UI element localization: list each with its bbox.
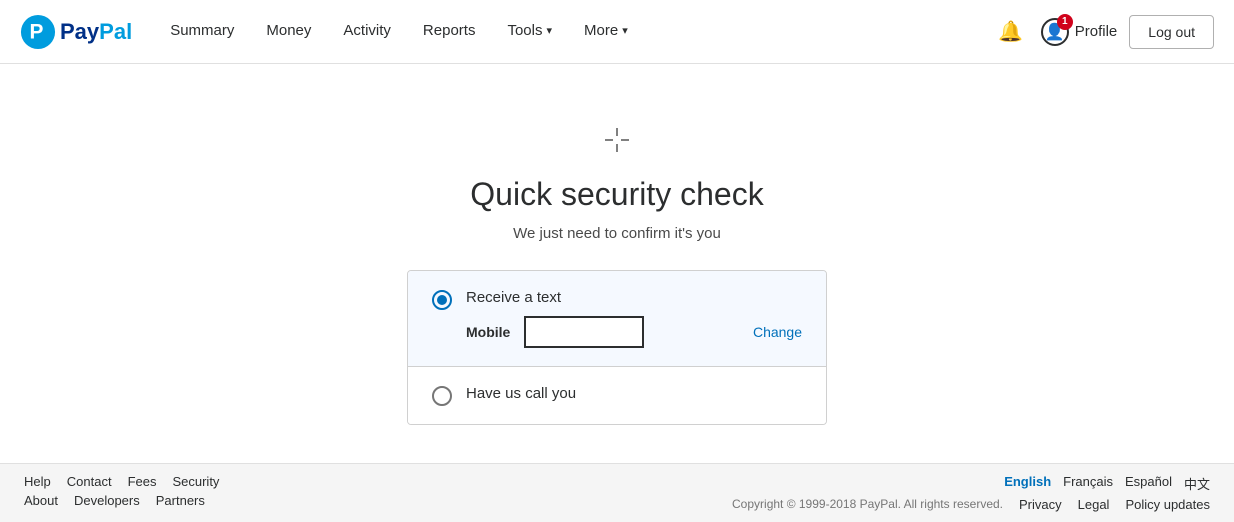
footer-link-partners[interactable]: Partners [156, 493, 205, 508]
profile-icon: 👤 1 [1041, 18, 1069, 46]
nav-item-summary[interactable]: Summary [156, 0, 248, 64]
nav-item-money[interactable]: Money [252, 0, 325, 64]
footer-link-developers[interactable]: Developers [74, 493, 140, 508]
logout-button[interactable]: Log out [1129, 15, 1214, 49]
footer-legal-row: Copyright © 1999-2018 PayPal. All rights… [732, 497, 1210, 512]
nav-item-tools[interactable]: Tools ▾ [493, 0, 566, 64]
notifications-button[interactable]: 🔔 [993, 14, 1029, 50]
footer-link-security[interactable]: Security [172, 474, 219, 489]
footer-right: English Français Español 中文 Copyright © … [732, 474, 1210, 512]
mobile-row: Mobile Change [466, 316, 802, 348]
mobile-input[interactable] [524, 316, 644, 348]
option-content-receive-text: Receive a text Mobile Change [466, 289, 802, 348]
radio-call[interactable] [432, 386, 452, 406]
mobile-label: Mobile [466, 324, 510, 340]
change-link[interactable]: Change [753, 324, 802, 340]
option-receive-text: Receive a text Mobile Change [408, 271, 826, 367]
tools-chevron-icon: ▾ [546, 24, 552, 37]
option-label-call: Have us call you [466, 385, 802, 402]
bell-icon: 🔔 [998, 19, 1023, 44]
page-title: Quick security check [470, 176, 763, 213]
header-right: 🔔 👤 1 Profile Log out [993, 14, 1214, 50]
options-card: Receive a text Mobile Change Have us cal… [407, 270, 827, 425]
option-content-call: Have us call you [466, 385, 802, 402]
main-content: Quick security check We just need to con… [0, 64, 1234, 465]
footer-left: Help Contact Fees Security About Develop… [24, 474, 219, 508]
main-nav: Summary Money Activity Reports Tools ▾ M… [156, 0, 993, 64]
logo-area: P PayPal [20, 14, 132, 50]
lang-english[interactable]: English [1004, 474, 1051, 493]
profile-badge: 1 [1057, 14, 1073, 30]
profile-button[interactable]: 👤 1 Profile [1041, 18, 1118, 46]
nav-item-more[interactable]: More ▾ [570, 0, 642, 64]
footer-link-policy-updates[interactable]: Policy updates [1125, 497, 1210, 512]
paypal-logo-icon: P [20, 14, 56, 50]
nav-item-activity[interactable]: Activity [329, 0, 405, 64]
option-call: Have us call you [408, 367, 826, 424]
page-subtitle: We just need to confirm it's you [513, 225, 721, 242]
paypal-wordmark: PayPal [60, 19, 132, 45]
radio-receive-text[interactable] [432, 290, 452, 310]
footer-link-legal[interactable]: Legal [1078, 497, 1110, 512]
nav-item-reports[interactable]: Reports [409, 0, 490, 64]
footer-link-about[interactable]: About [24, 493, 58, 508]
header: P PayPal Summary Money Activity Reports … [0, 0, 1234, 64]
profile-label: Profile [1075, 23, 1118, 40]
footer-links-row2: About Developers Partners [24, 493, 219, 508]
copyright-text: Copyright © 1999-2018 PayPal. All rights… [732, 497, 1003, 512]
footer-link-help[interactable]: Help [24, 474, 51, 489]
lang-espanol[interactable]: Español [1125, 474, 1172, 493]
footer-links-row1: Help Contact Fees Security [24, 474, 219, 489]
footer-link-contact[interactable]: Contact [67, 474, 112, 489]
svg-text:P: P [29, 20, 43, 43]
footer: Help Contact Fees Security About Develop… [0, 463, 1234, 522]
paypal-logo[interactable]: P PayPal [20, 14, 132, 50]
option-label-receive-text: Receive a text [466, 289, 802, 306]
footer-link-privacy[interactable]: Privacy [1019, 497, 1062, 512]
footer-link-fees[interactable]: Fees [128, 474, 157, 489]
crosshair-icon [601, 124, 633, 156]
lang-francais[interactable]: Français [1063, 474, 1113, 493]
language-links: English Français Español 中文 [1004, 474, 1210, 493]
lang-chinese[interactable]: 中文 [1184, 474, 1210, 493]
more-chevron-icon: ▾ [622, 24, 628, 37]
crosshair-svg [601, 124, 633, 156]
